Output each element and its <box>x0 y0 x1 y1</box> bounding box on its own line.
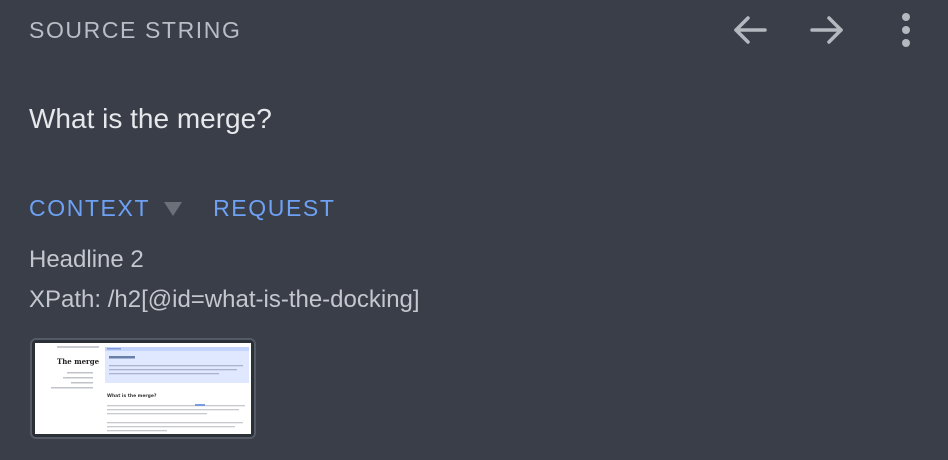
tab-request[interactable]: REQUEST <box>213 195 335 222</box>
context-screenshot-thumbnail[interactable]: The merge What is the merge? <box>30 338 256 439</box>
screenshot-title: The merge <box>57 357 100 366</box>
tab-request-label: REQUEST <box>213 194 336 221</box>
screenshot-heading: What is the merge? <box>107 393 157 399</box>
screenshot-preview: The merge What is the merge? <box>51 346 249 432</box>
more-options-button[interactable] <box>886 10 926 50</box>
caret-down-icon <box>164 202 183 216</box>
tab-context[interactable]: CONTEXT <box>29 194 183 222</box>
context-tabs: CONTEXT REQUEST <box>29 193 335 223</box>
arrow-left-icon <box>733 15 767 45</box>
header: SOURCE STRING <box>0 0 948 60</box>
tab-context-label: CONTEXT <box>29 194 151 221</box>
previous-button[interactable] <box>730 10 770 50</box>
section-title: SOURCE STRING <box>29 17 242 43</box>
more-vertical-icon <box>901 13 911 47</box>
screenshot-image: The merge What is the merge? <box>35 343 251 434</box>
next-button[interactable] <box>807 10 847 50</box>
arrow-right-icon <box>810 15 844 45</box>
context-xpath: XPath: /h2[@id=what-is-the-docking] <box>29 286 420 313</box>
context-element-type: Headline 2 <box>29 246 144 273</box>
source-string-text: What is the merge? <box>29 103 272 134</box>
